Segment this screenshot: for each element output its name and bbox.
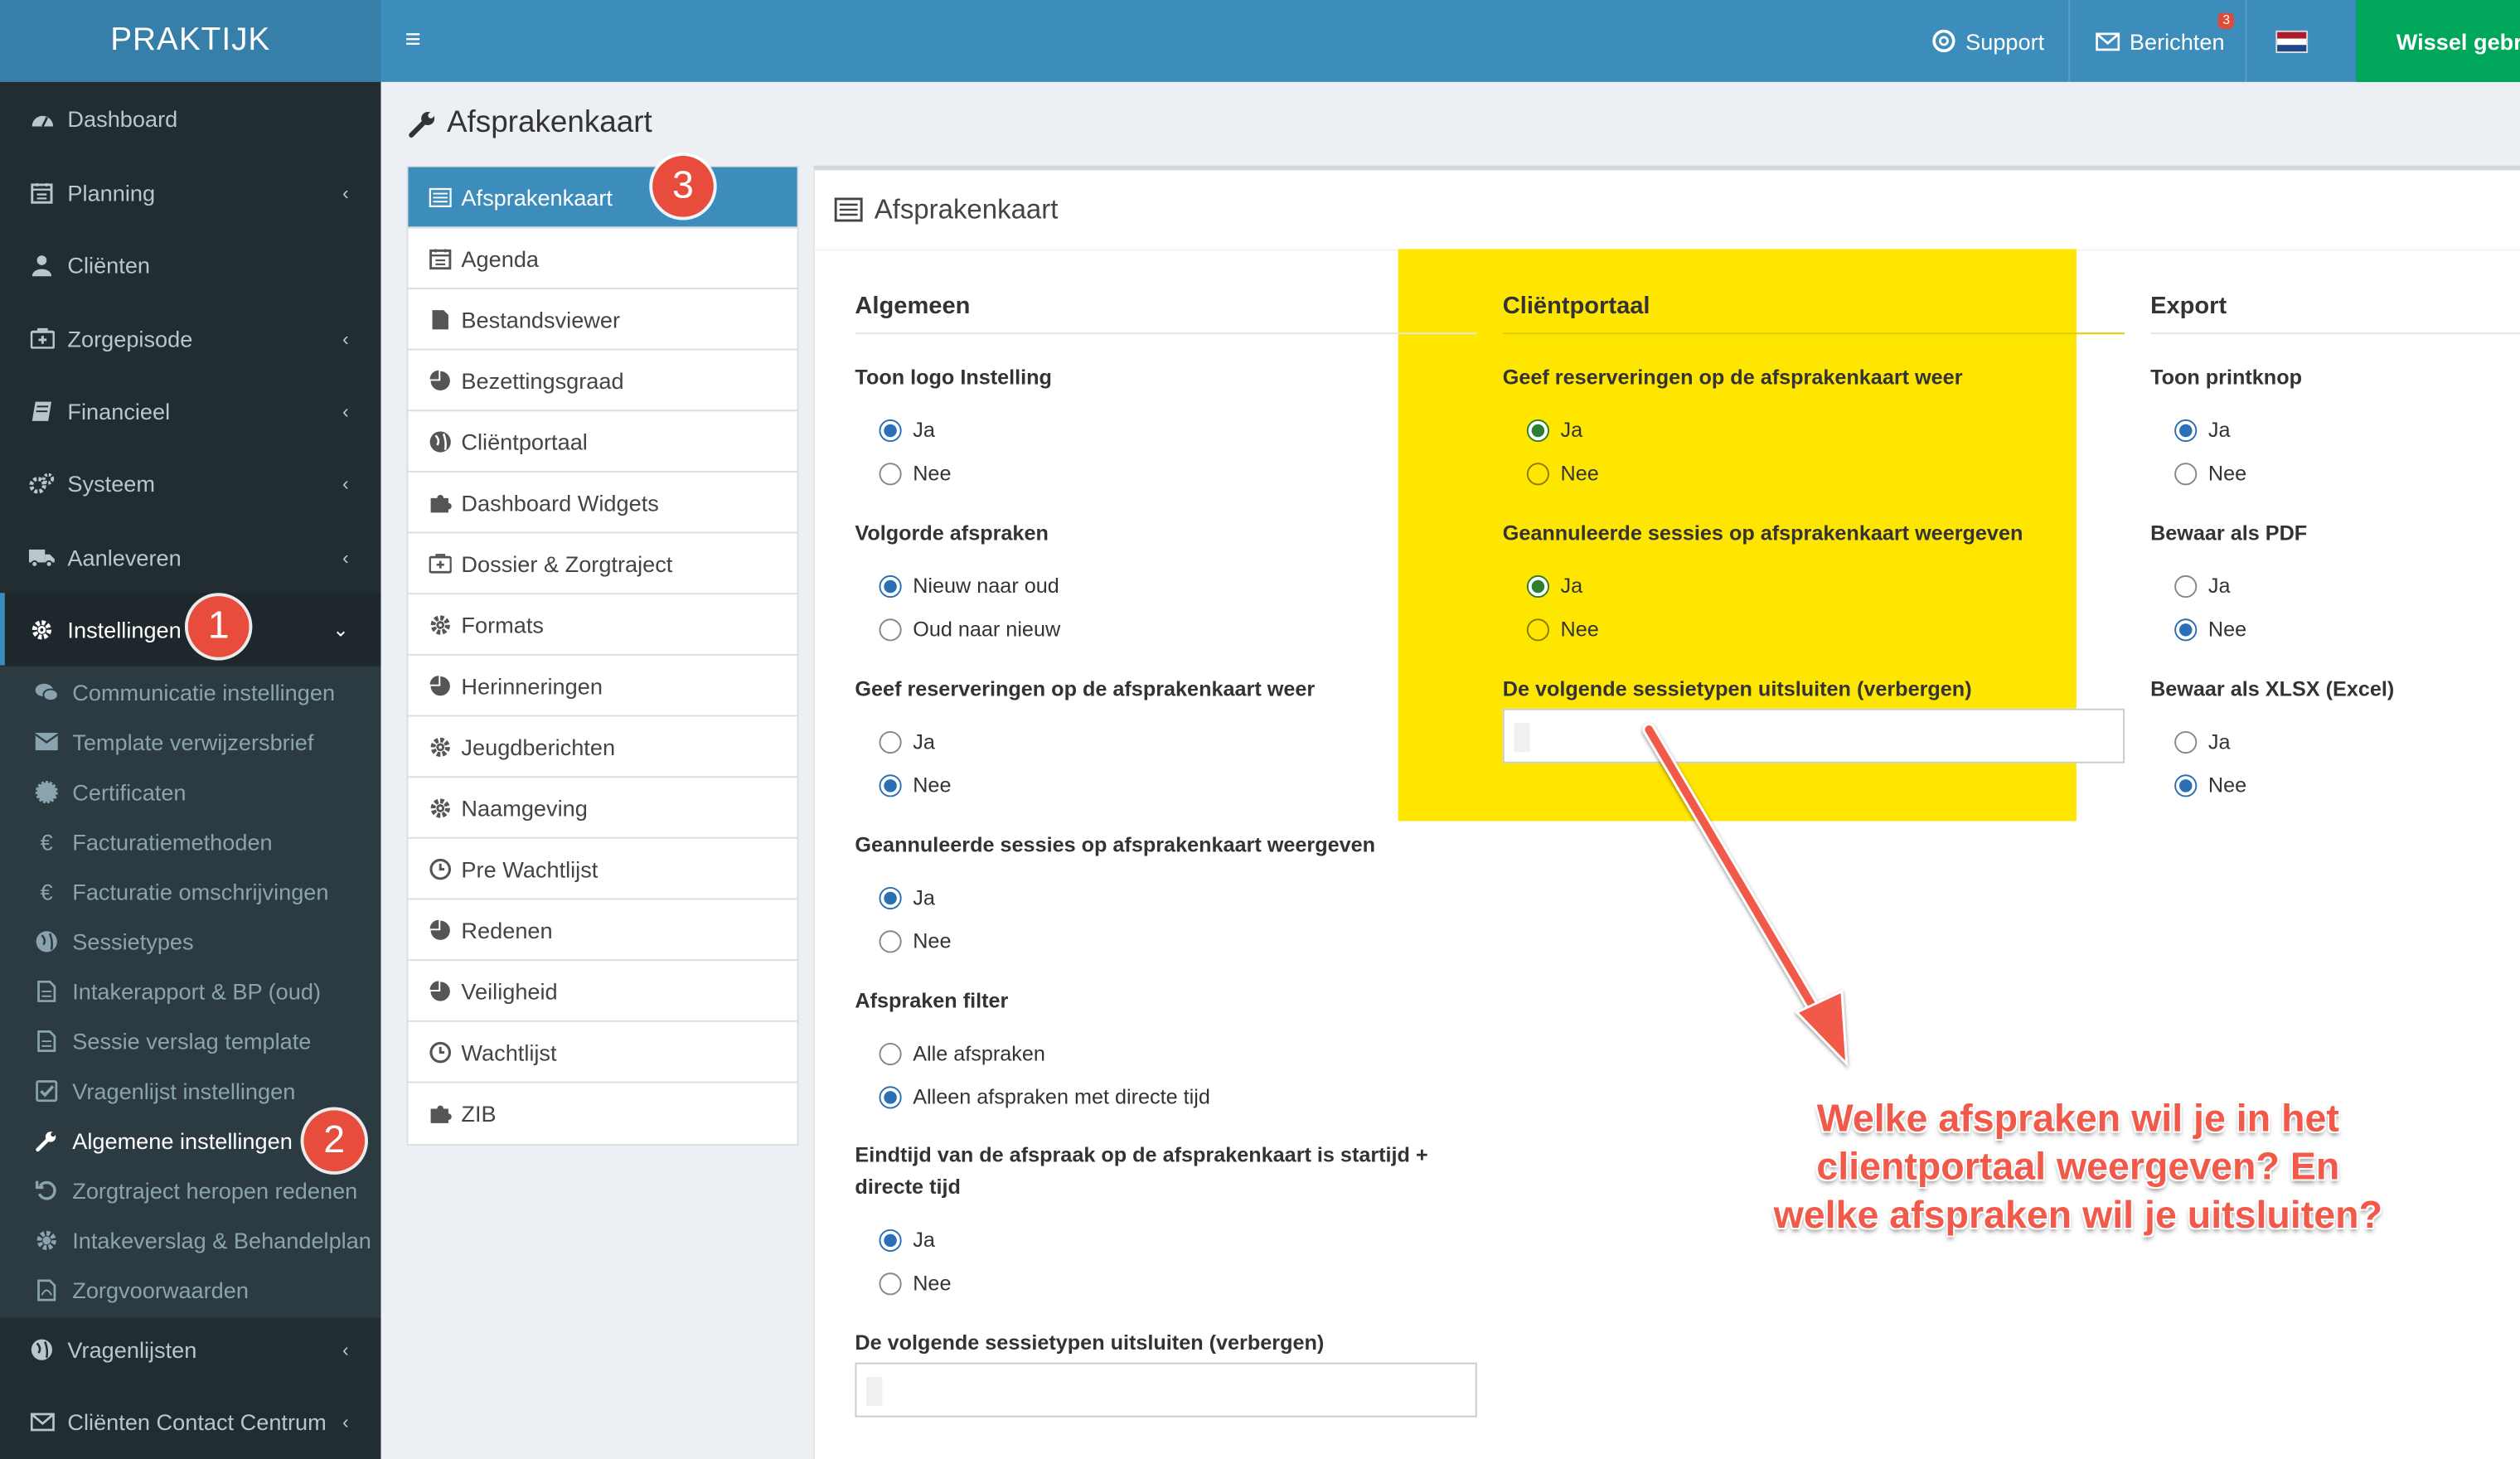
- annotation-line-2: clientportaal weergeven? En: [1816, 1146, 2340, 1190]
- annotation-line-1: Welke afspraken wil je in het: [1816, 1097, 2339, 1142]
- annotation-text: Welke afspraken wil je in het clientport…: [1736, 1096, 2421, 1240]
- annotation-line-3: welke afspraken wil je uitsluiten?: [1773, 1194, 2383, 1238]
- screen: PRAKTIJK ≡ Support Berichten 3 Wissel ge…: [0, 0, 2520, 1459]
